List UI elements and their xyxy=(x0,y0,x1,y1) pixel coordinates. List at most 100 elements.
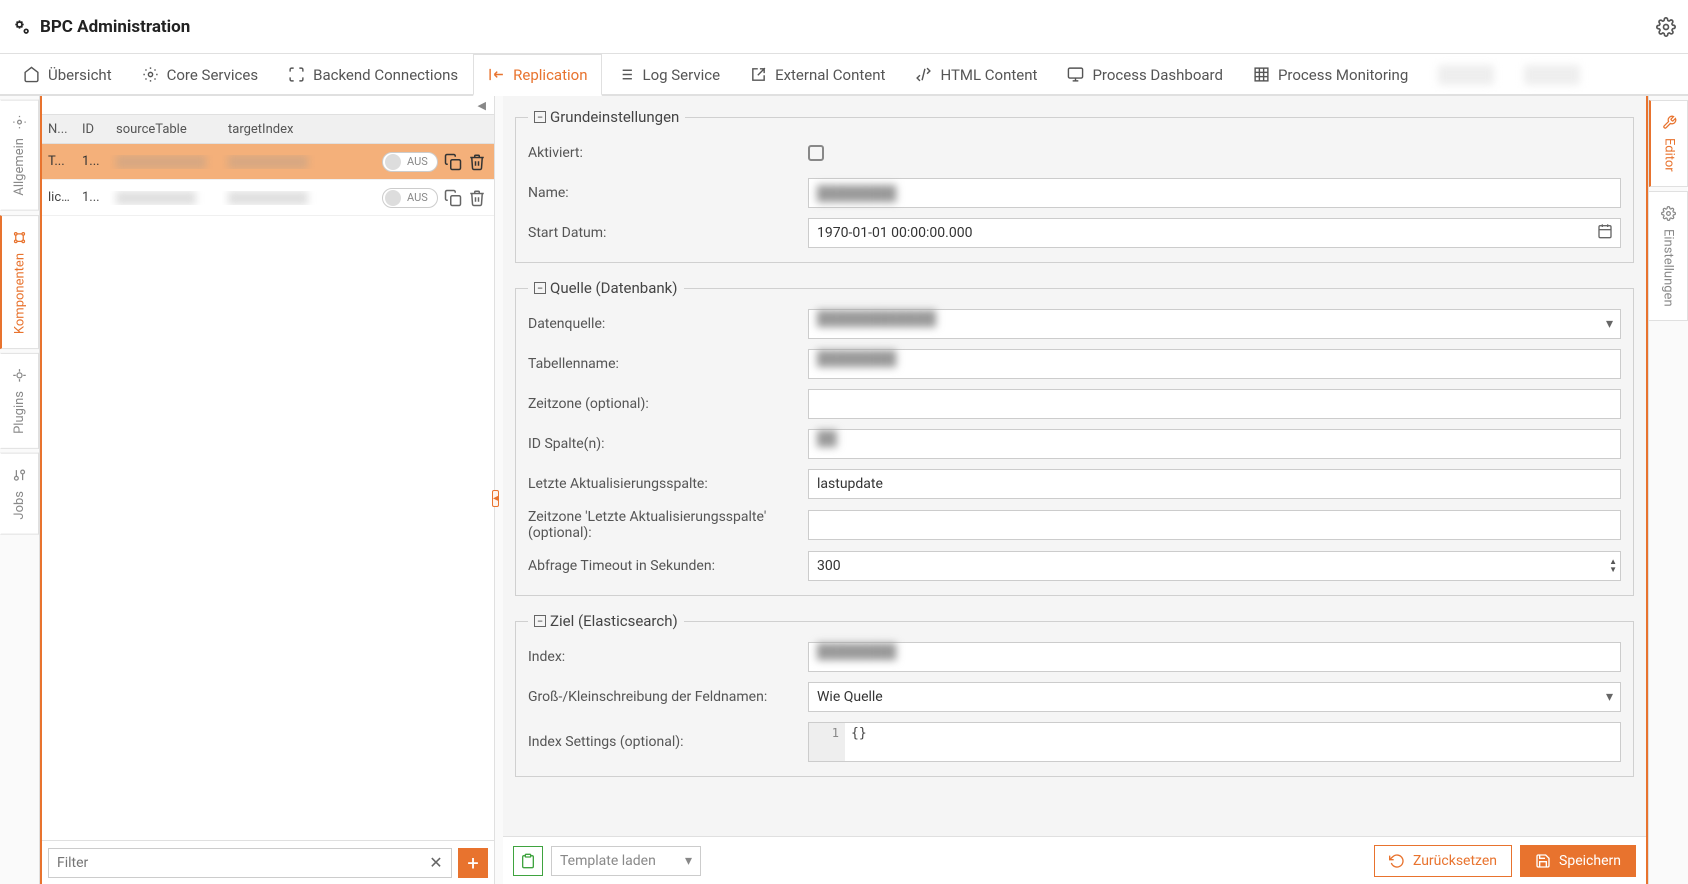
input-idspalten[interactable]: ██ xyxy=(808,429,1621,459)
vtab-label: Jobs xyxy=(12,491,27,520)
collapse-icon[interactable]: − xyxy=(534,111,546,123)
toggle-active[interactable]: AUS xyxy=(382,188,438,208)
label-tabellenname: Tabellenname: xyxy=(528,356,808,372)
input-tabellenname[interactable]: ████████ xyxy=(808,349,1621,379)
toggle-active[interactable]: AUS xyxy=(382,152,438,172)
tab-label: Process Dashboard xyxy=(1092,66,1223,84)
tab-label: Core Services xyxy=(167,66,258,84)
code-content[interactable]: {} xyxy=(845,723,1620,761)
tab-label: HTML Content xyxy=(940,66,1037,84)
spinner-buttons[interactable]: ▲▼ xyxy=(1609,558,1617,574)
tab-label: Log Service xyxy=(642,66,720,84)
filter-input[interactable] xyxy=(48,848,452,878)
vtab-label: Plugins xyxy=(12,391,27,434)
checkbox-aktiviert[interactable] xyxy=(808,145,824,161)
splitter[interactable] xyxy=(495,96,503,884)
toggle-label: AUS xyxy=(407,191,428,204)
vtab-label: Einstellungen xyxy=(1661,229,1676,307)
vtab-jobs[interactable]: Jobs xyxy=(0,453,39,535)
vtab-allgemein[interactable]: Allgemein xyxy=(0,100,39,211)
tab-replication[interactable]: Replication xyxy=(473,54,602,96)
input-letzte-aktualisierung[interactable] xyxy=(808,469,1621,499)
clipboard-button[interactable] xyxy=(513,846,543,876)
fieldset-quelle: −Quelle (Datenbank) Datenquelle: ███████… xyxy=(515,279,1634,596)
toggle-label: AUS xyxy=(407,155,428,168)
tab-process-dashboard[interactable]: Process Dashboard xyxy=(1052,54,1238,94)
list-footer: ✕ + xyxy=(42,840,494,884)
collapse-icon[interactable]: − xyxy=(534,282,546,294)
legend-text: Grundeinstellungen xyxy=(550,108,679,126)
legend[interactable]: −Grundeinstellungen xyxy=(528,108,685,126)
chevron-down-icon[interactable]: ▾ xyxy=(1606,316,1613,332)
select-case[interactable] xyxy=(808,682,1621,712)
input-start-datum[interactable] xyxy=(808,218,1621,248)
vertical-tabs-right: Editor Einstellungen xyxy=(1648,96,1688,884)
settings-icon[interactable] xyxy=(1656,17,1676,37)
tab-blurred-2[interactable] xyxy=(1509,54,1595,94)
vtab-editor[interactable]: Editor xyxy=(1649,100,1688,187)
cell-id: 1... xyxy=(76,154,110,169)
input-index[interactable]: ████████ xyxy=(808,642,1621,672)
col-target[interactable]: targetIndex xyxy=(222,122,330,137)
input-zeitzone-letzte[interactable] xyxy=(808,510,1621,540)
select-datenquelle[interactable]: ████████████ xyxy=(808,309,1621,339)
code-line-number: 1 xyxy=(809,723,845,761)
clear-filter-icon[interactable]: ✕ xyxy=(426,853,446,872)
tabbar: Übersicht Core Services Backend Connecti… xyxy=(0,54,1688,96)
label-letzte-aktualisierung: Letzte Aktualisierungsspalte: xyxy=(528,476,808,492)
col-source[interactable]: sourceTable xyxy=(110,122,222,137)
label-start-datum: Start Datum: xyxy=(528,225,808,241)
vtab-komponenten[interactable]: Komponenten xyxy=(0,215,39,349)
tab-log-service[interactable]: Log Service xyxy=(602,54,735,94)
col-name[interactable]: N... xyxy=(42,122,76,137)
label-zeitzone: Zeitzone (optional): xyxy=(528,396,808,412)
vtab-einstellungen[interactable]: Einstellungen xyxy=(1649,191,1688,322)
copy-icon[interactable] xyxy=(444,153,462,171)
legend[interactable]: −Quelle (Datenbank) xyxy=(528,279,684,297)
tab-label: External Content xyxy=(775,66,885,84)
table-row[interactable]: lic... 1... AUS xyxy=(42,180,494,216)
delete-icon[interactable] xyxy=(468,189,486,207)
label-index: Index: xyxy=(528,649,808,665)
fieldset-ziel: −Ziel (Elasticsearch) Index: ████████ Gr… xyxy=(515,612,1634,777)
tab-blurred-1[interactable] xyxy=(1423,54,1509,94)
code-editor-index-settings[interactable]: 1 {} xyxy=(808,722,1621,762)
form-footer: Template laden ▾ Zurücksetzen Speichern xyxy=(503,836,1646,884)
label-datenquelle: Datenquelle: xyxy=(528,316,808,332)
reset-button[interactable]: Zurücksetzen xyxy=(1374,845,1512,877)
vtab-plugins[interactable]: Plugins xyxy=(0,353,39,449)
save-button[interactable]: Speichern xyxy=(1520,845,1636,877)
input-timeout[interactable] xyxy=(808,551,1621,581)
table-row[interactable]: T... 1... AUS xyxy=(42,144,494,180)
vtab-label: Allgemein xyxy=(12,138,27,196)
chevron-down-icon[interactable]: ▾ xyxy=(1606,689,1613,705)
vtab-label: Komponenten xyxy=(13,253,28,334)
tab-external-content[interactable]: External Content xyxy=(735,54,900,94)
tab-backend-connections[interactable]: Backend Connections xyxy=(273,54,473,94)
tab-uebersicht[interactable]: Übersicht xyxy=(8,54,127,94)
chevron-down-icon: ▾ xyxy=(685,853,692,869)
add-button[interactable]: + xyxy=(458,848,488,878)
cell-name: lic... xyxy=(42,190,76,205)
delete-icon[interactable] xyxy=(468,153,486,171)
button-label: Zurücksetzen xyxy=(1413,853,1497,869)
label-aktiviert: Aktiviert: xyxy=(528,145,808,161)
cell-name: T... xyxy=(42,154,76,169)
label-name: Name: xyxy=(528,185,808,201)
tab-process-monitoring[interactable]: Process Monitoring xyxy=(1238,54,1423,94)
template-select[interactable]: Template laden ▾ xyxy=(551,846,701,876)
collapse-icon[interactable]: − xyxy=(534,615,546,627)
app-title: BPC Administration xyxy=(40,17,190,37)
tab-html-content[interactable]: HTML Content xyxy=(900,54,1052,94)
copy-icon[interactable] xyxy=(444,189,462,207)
col-id[interactable]: ID xyxy=(76,122,110,137)
input-zeitzone[interactable] xyxy=(808,389,1621,419)
input-name[interactable]: ████████ xyxy=(808,178,1621,208)
calendar-icon[interactable] xyxy=(1597,223,1613,243)
legend-text: Quelle (Datenbank) xyxy=(550,279,678,297)
legend-text: Ziel (Elasticsearch) xyxy=(550,612,678,630)
tab-core-services[interactable]: Core Services xyxy=(127,54,273,94)
label-index-settings: Index Settings (optional): xyxy=(528,734,808,750)
legend[interactable]: −Ziel (Elasticsearch) xyxy=(528,612,684,630)
collapse-left-icon[interactable]: ◀ xyxy=(42,96,494,114)
